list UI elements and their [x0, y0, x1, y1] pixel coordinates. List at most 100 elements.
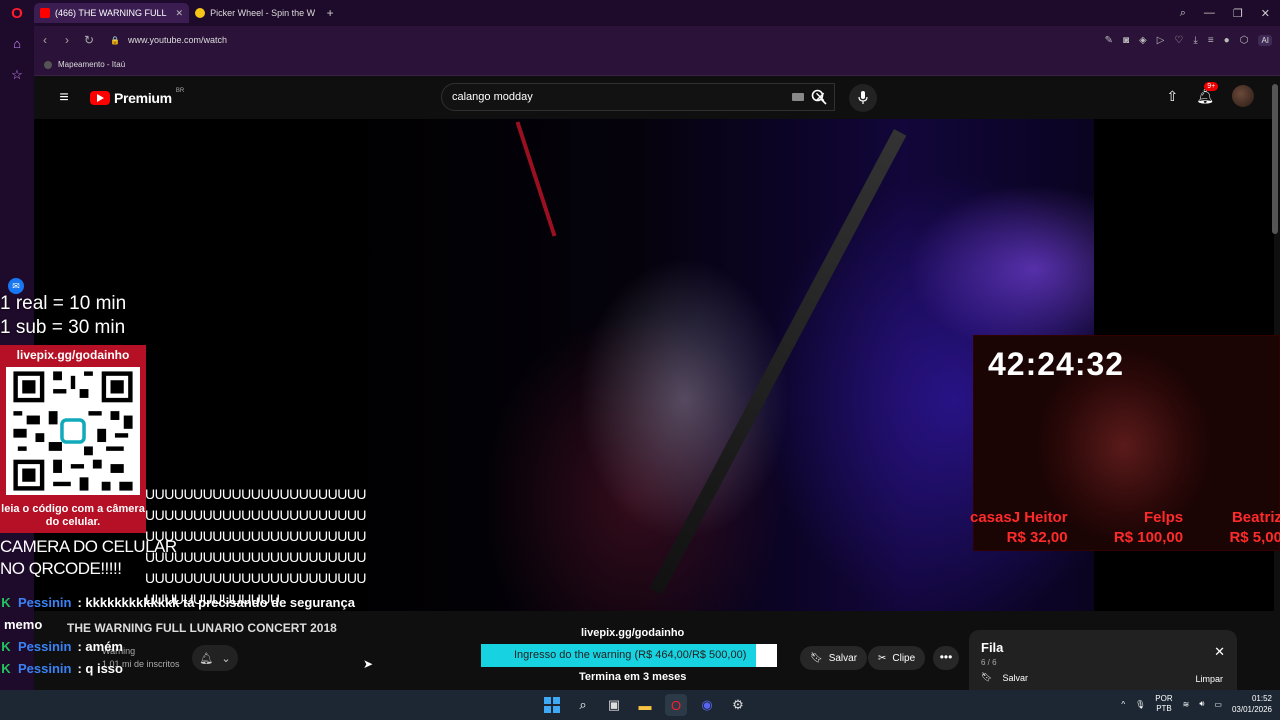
chat-message: memo [0, 614, 380, 636]
donor-name: casasJ Heitor [970, 509, 1068, 526]
shield-icon[interactable]: ◈ [1139, 35, 1147, 46]
profile-icon[interactable]: ● [1224, 35, 1230, 46]
qr-caption: leia o código com a câmera do celular. [1, 503, 145, 528]
opera-logo-icon[interactable]: O [0, 0, 34, 26]
tab-picker-wheel[interactable]: Picker Wheel - Spin the W [189, 3, 321, 23]
webcam-overlay: 42:24:32 casasJ Heitor R$ 32,00 Felps R$… [970, 335, 1280, 551]
new-tab-icon[interactable]: + [321, 6, 339, 20]
search-icon [811, 89, 827, 105]
microphone-icon [858, 91, 868, 104]
search-value: calango modday [452, 91, 533, 103]
livepix-label: livepix.gg/godainho [581, 627, 685, 639]
close-window-icon[interactable]: ✕ [1261, 7, 1270, 20]
voice-search-button[interactable] [849, 84, 877, 112]
notifications-icon[interactable]: 🔔︎ 9+ [1196, 81, 1219, 105]
kick-badge-icon: K [1, 595, 11, 610]
chat-user: Pessinin [18, 639, 72, 654]
queue-save-label: Salvar [1002, 672, 1028, 683]
spam-line: NO QRCODE!!!!! [0, 559, 122, 578]
window-controls: ⌕ — ❐ ✕ [1180, 7, 1280, 20]
youtube-header: ≡ Premium BR calango modday ✕ ⇧ 🔔︎ 9+ [34, 77, 1274, 119]
back-icon[interactable]: ‹ [34, 33, 56, 47]
language-indicator[interactable]: POR PTB [1155, 694, 1172, 714]
download-icon[interactable]: ⤓ [1193, 35, 1197, 46]
volume-icon[interactable]: 🔊︎ [1199, 699, 1204, 709]
donor-item: Felps R$ 100,00 [1114, 508, 1183, 548]
system-tray: ^ 🎙︎ POR PTB ≋ 🔊︎ ▭ 01:52 03/01/2026 [1121, 693, 1272, 715]
subathon-timer: 42:24:32 [988, 346, 1125, 382]
home-icon[interactable]: ⌂ [8, 34, 26, 52]
microphone-tray-icon[interactable]: 🎙︎ [1135, 700, 1145, 709]
donor-name: Felps [1143, 509, 1184, 526]
chat-message: K Pessinin : kkkkkkkkkkkkk tá precisando… [0, 592, 380, 614]
youtube-play-icon [90, 91, 110, 105]
promo-text: 1 real = 10 min 1 sub = 30 min [0, 292, 126, 340]
url-text: www.youtube.com/watch [127, 35, 228, 45]
close-tab-icon[interactable]: ✕ [176, 8, 184, 19]
discord-icon[interactable]: ◉ [696, 694, 718, 716]
opera-browser-icon[interactable]: O [665, 694, 687, 716]
extensions-icon[interactable]: ⬡ [1240, 35, 1249, 46]
guitar-neck-shape [649, 129, 907, 595]
youtube-logo[interactable]: Premium BR [90, 88, 184, 106]
address-bar-actions: ✎ ◙ ◈ ▷ ♡ ⤓ ≡ ● ⬡ AI [1105, 34, 1280, 46]
avatar[interactable] [1232, 85, 1254, 107]
chat-user: Pessinin [18, 661, 72, 676]
play-icon[interactable]: ▷ [1157, 35, 1165, 46]
browser-tabbar: O (466) THE WARNING FULL ✕ Picker Wheel … [0, 0, 1280, 26]
battery-icon[interactable]: ▭ [1214, 700, 1222, 709]
search-tabs-icon[interactable]: ⌕ [1180, 7, 1186, 20]
donor-value: R$ 5,00 [1229, 529, 1280, 546]
clock[interactable]: 01:52 03/01/2026 [1232, 693, 1272, 715]
upload-icon[interactable]: ⇧ [1166, 88, 1178, 105]
star-icon[interactable]: ☆ [8, 66, 26, 84]
donor-item: Beatriz R$ 5,00 [1229, 508, 1280, 548]
bookmark-item[interactable]: Mapeamento - Itaú [58, 60, 125, 69]
save-button[interactable]: 🔖︎ Salvar [800, 646, 868, 670]
donor-item: casasJ Heitor R$ 32,00 [970, 508, 1068, 548]
restore-icon[interactable]: ❐ [1233, 7, 1243, 20]
chat-overlay: K Pessinin : kkkkkkkkkkkkk tá precisando… [0, 592, 380, 680]
notification-badge: 9+ [1204, 81, 1219, 91]
close-queue-icon[interactable]: ✕ [1214, 644, 1225, 660]
camera-icon[interactable]: ◙ [1123, 35, 1129, 46]
more-actions-button[interactable]: ••• [933, 646, 959, 670]
reload-icon[interactable]: ↻ [78, 33, 100, 47]
chat-user: Pessinin [18, 595, 72, 610]
page-scrollbar[interactable] [1272, 84, 1278, 234]
header-actions: ⇧ 🔔︎ 9+ [1166, 81, 1254, 107]
url-field[interactable]: 🔒 www.youtube.com/watch [110, 35, 227, 45]
search-button[interactable] [800, 83, 838, 111]
forward-icon[interactable]: › [56, 33, 78, 47]
hamburger-menu-icon[interactable]: ≡ [52, 89, 76, 107]
donation-goal-text: Ingresso do the warning (R$ 464,00/R$ 50… [514, 649, 747, 661]
tray-expand-icon[interactable]: ^ [1121, 700, 1125, 709]
spam-line: CAMERA DO CELULAR [0, 537, 177, 556]
queue-save-button[interactable]: 🔖︎ Salvar [981, 672, 1028, 683]
wifi-icon[interactable]: ≋ [1183, 700, 1190, 709]
queue-clear-button[interactable]: Limpar [1195, 674, 1223, 684]
ai-button[interactable]: AI [1258, 34, 1272, 46]
clip-label: Clipe [892, 652, 916, 664]
tab-youtube[interactable]: (466) THE WARNING FULL ✕ [34, 3, 190, 23]
youtube-favicon-icon [40, 8, 50, 18]
promo-line: 1 real = 10 min [0, 293, 127, 314]
mouse-cursor-icon: ➤ [363, 657, 374, 671]
search-icon[interactable]: ⌕ [572, 694, 594, 716]
heart-icon[interactable]: ♡ [1174, 35, 1183, 46]
minimize-icon[interactable]: — [1204, 7, 1215, 20]
task-view-icon[interactable]: ▣ [603, 694, 625, 716]
edit-icon[interactable]: ✎ [1105, 35, 1113, 46]
search-input[interactable]: calango modday ✕ [441, 83, 835, 111]
clip-button[interactable]: ✂ Clipe [868, 646, 926, 670]
chat-message: K Pessinin : amém [0, 636, 380, 658]
menu-icon[interactable]: ≡ [1208, 35, 1214, 46]
chat-spam-overlap: CAMERA DO CELULAR NO QRCODE!!!!! [0, 536, 177, 580]
kick-badge-icon: K [1, 639, 11, 654]
file-explorer-icon[interactable]: ▬ [634, 694, 656, 716]
settings-icon[interactable]: ⚙ [727, 694, 749, 716]
windows-start-icon[interactable] [541, 694, 563, 716]
stage-light-shape [515, 121, 557, 237]
queue-title: Fila [981, 640, 1004, 655]
save-label: Salvar [828, 652, 858, 664]
